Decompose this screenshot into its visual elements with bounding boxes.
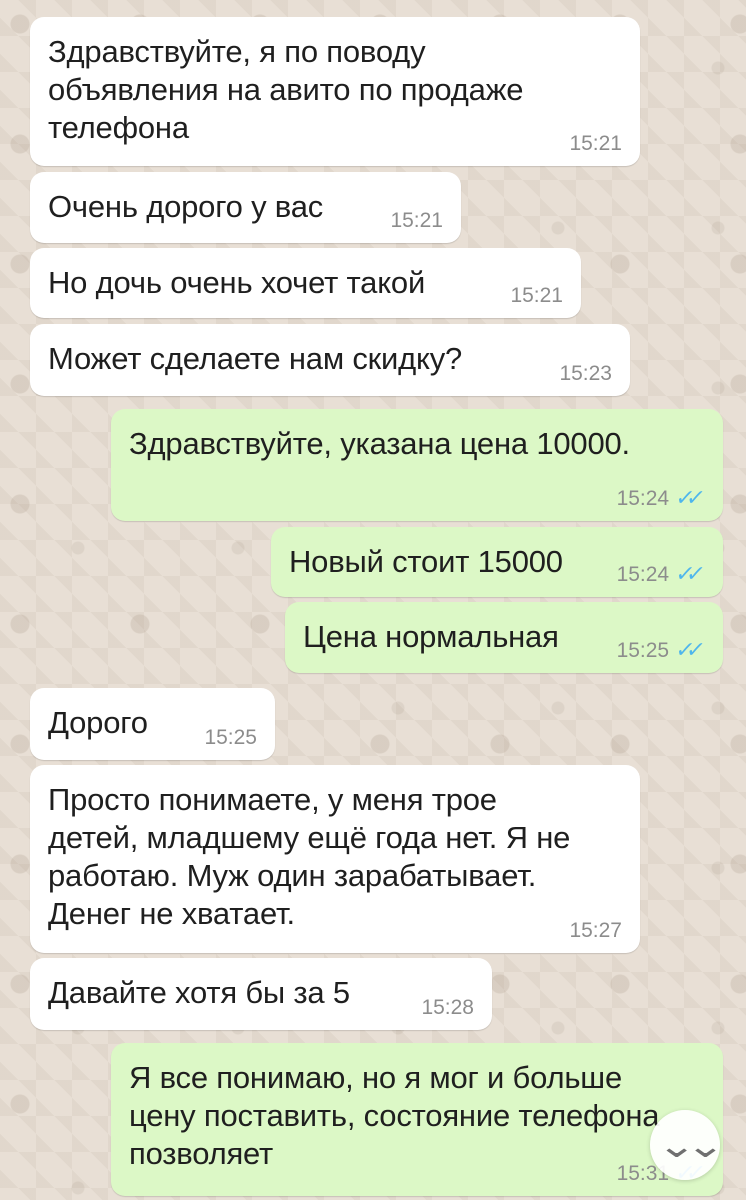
message-text: Здравствуйте, я по поводу объявления на …: [48, 34, 524, 145]
message-meta: 15:27: [569, 920, 622, 941]
message-meta: 15:23: [559, 363, 612, 384]
message-list[interactable]: Здравствуйте, я по поводу объявления на …: [0, 0, 746, 1200]
incoming-message[interactable]: Просто понимаете, у меня трое детей, мла…: [30, 765, 640, 953]
message-text: Просто понимаете, у меня трое детей, мла…: [48, 782, 571, 931]
message-time: 15:21: [390, 209, 443, 232]
message-time: 15:24: [616, 486, 670, 510]
outgoing-message[interactable]: Цена нормальная 15:25 ✓✓: [285, 602, 723, 673]
double-check-icon: ✓✓: [674, 561, 700, 586]
message-text: Может сделаете нам скидку?: [48, 341, 463, 376]
message-text: Я все понимаю, но я мог и больше цену по…: [129, 1060, 660, 1171]
incoming-message[interactable]: Давайте хотя бы за 5 15:28: [30, 958, 492, 1030]
double-check-icon: ✓✓: [674, 485, 700, 510]
incoming-message[interactable]: Но дочь очень хочет такой 15:21: [30, 248, 581, 318]
incoming-message[interactable]: Дорого 15:25: [30, 688, 275, 760]
message-time: 15:25: [616, 638, 670, 662]
message-meta: 15:25: [204, 727, 257, 748]
message-meta: 15:25 ✓✓: [616, 637, 705, 662]
message-time: 15:23: [559, 362, 612, 385]
message-text: Здравствуйте, указана цена 10000.: [129, 426, 630, 461]
double-check-icon: ✓✓: [674, 637, 700, 662]
outgoing-message[interactable]: Я все понимаю, но я мог и больше цену по…: [111, 1043, 723, 1196]
message-time: 15:27: [569, 919, 622, 942]
incoming-message[interactable]: Здравствуйте, я по поводу объявления на …: [30, 17, 640, 166]
message-meta: 15:21: [510, 285, 563, 306]
message-time: 15:21: [569, 132, 622, 155]
message-time: 15:28: [421, 996, 474, 1019]
message-text: Давайте хотя бы за 5: [48, 975, 350, 1010]
double-chevron-down-icon: ⌄⌄: [656, 1127, 725, 1165]
incoming-message[interactable]: Очень дорого у вас 15:21: [30, 172, 461, 243]
message-meta: 15:24 ✓✓: [616, 485, 705, 510]
message-text: Очень дорого у вас: [48, 189, 324, 224]
message-time: 15:24: [616, 562, 670, 586]
message-time: 15:25: [204, 726, 257, 749]
message-meta: 15:28: [421, 997, 474, 1018]
message-meta: 15:24 ✓✓: [616, 561, 705, 586]
outgoing-message[interactable]: Здравствуйте, указана цена 10000. 15:24 …: [111, 409, 723, 521]
message-meta: 15:21: [569, 133, 622, 154]
scroll-to-bottom-button[interactable]: ⌄⌄: [650, 1110, 725, 1180]
message-meta: 15:21: [390, 210, 443, 231]
message-text: Но дочь очень хочет такой: [48, 265, 426, 300]
outgoing-message[interactable]: Новый стоит 15000 15:24 ✓✓: [271, 527, 723, 597]
incoming-message[interactable]: Может сделаете нам скидку? 15:23: [30, 324, 630, 396]
message-time: 15:21: [510, 284, 563, 307]
